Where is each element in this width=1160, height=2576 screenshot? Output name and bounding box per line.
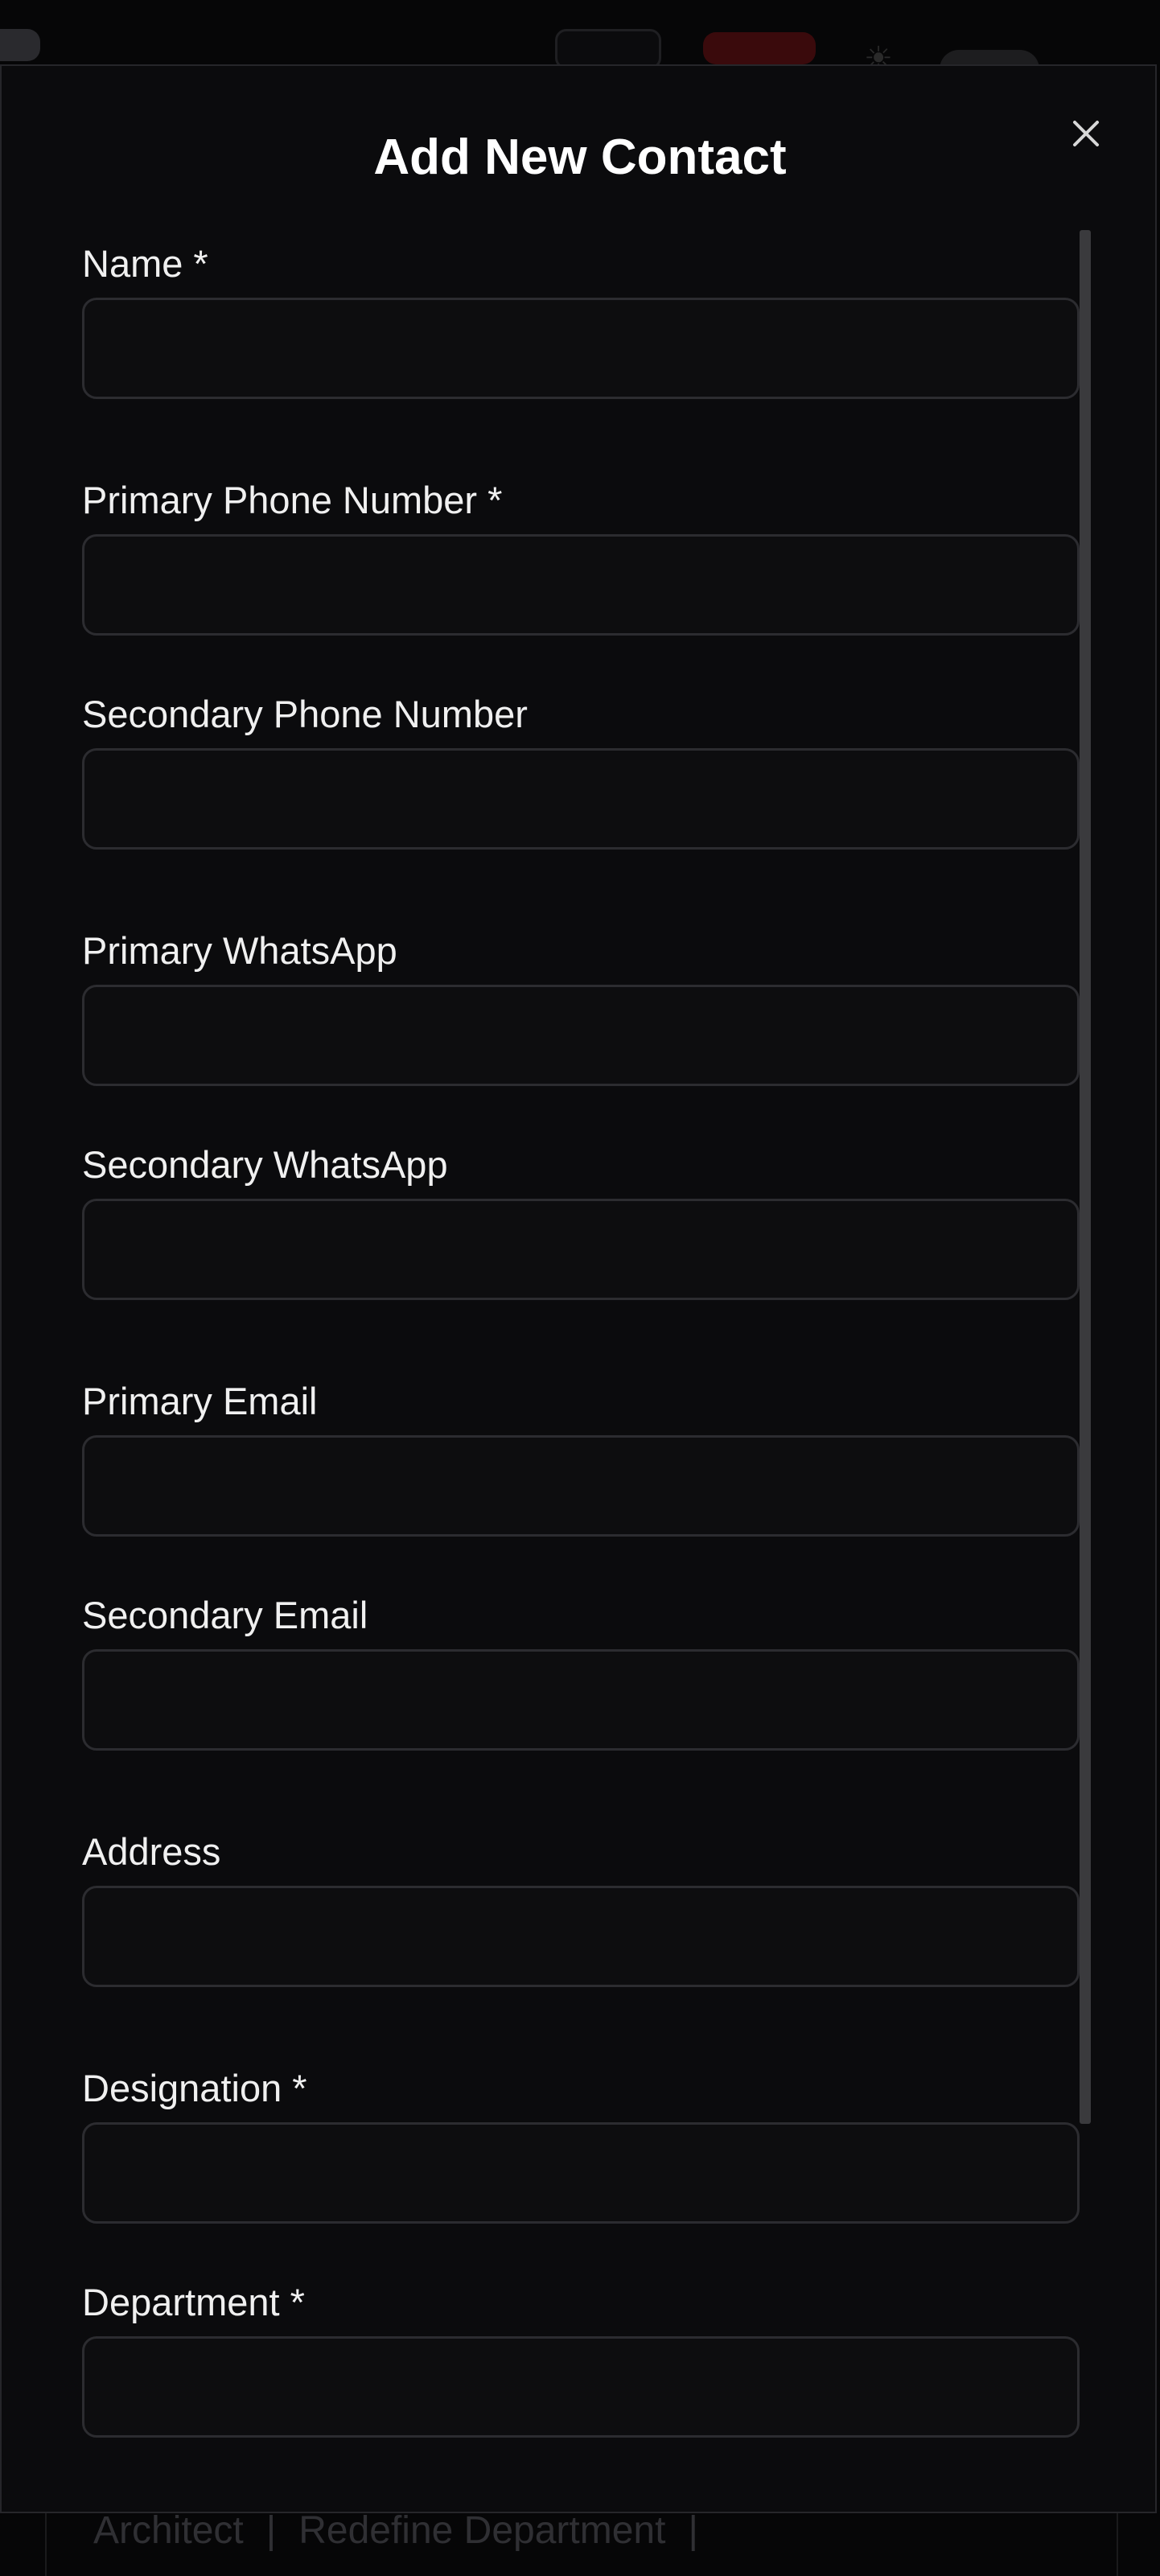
department-input[interactable]	[82, 2336, 1080, 2438]
background-badge	[703, 32, 816, 64]
secondary-whatsapp-input[interactable]	[82, 1199, 1080, 1300]
background-logo	[0, 29, 40, 61]
close-button[interactable]	[1062, 109, 1110, 158]
background-button	[555, 29, 661, 69]
secondary-email-field: Secondary Email	[82, 1593, 1080, 1751]
designation-input[interactable]	[82, 2122, 1080, 2224]
modal-title: Add New Contact	[373, 130, 787, 185]
secondary-whatsapp-field: Secondary WhatsApp	[82, 1142, 1080, 1300]
primary-whatsapp-field: Primary WhatsApp	[82, 928, 1080, 1086]
primary-email-input[interactable]	[82, 1435, 1080, 1537]
secondary-whatsapp-label: Secondary WhatsApp	[82, 1143, 448, 1186]
name-input[interactable]	[82, 298, 1080, 399]
primary-phone-input[interactable]	[82, 534, 1080, 636]
name-field: Name *	[82, 241, 1080, 399]
secondary-phone-input[interactable]	[82, 748, 1080, 850]
secondary-email-label: Secondary Email	[82, 1594, 368, 1636]
primary-phone-field: Primary Phone Number *	[82, 478, 1080, 636]
primary-whatsapp-label: Primary WhatsApp	[82, 929, 397, 972]
secondary-email-input[interactable]	[82, 1649, 1080, 1751]
primary-email-field: Primary Email	[82, 1379, 1080, 1537]
footer-link-redefine-department: Redefine Department	[298, 2509, 666, 2552]
primary-phone-label: Primary Phone Number *	[82, 479, 503, 521]
add-contact-modal: Add New Contact Name * Primary Phone Num…	[0, 64, 1157, 2513]
modal-scrollbar[interactable]	[1080, 230, 1091, 2124]
department-field: Department *	[82, 2280, 1080, 2438]
secondary-phone-label: Secondary Phone Number	[82, 693, 528, 735]
address-label: Address	[82, 1830, 221, 1873]
address-input[interactable]	[82, 1886, 1080, 1987]
address-field: Address	[82, 1829, 1080, 1987]
primary-whatsapp-input[interactable]	[82, 985, 1080, 1086]
primary-email-label: Primary Email	[82, 1380, 318, 1422]
footer-link-architect: Architect	[93, 2509, 244, 2552]
name-label: Name *	[82, 242, 208, 285]
designation-label: Designation *	[82, 2067, 307, 2109]
close-icon	[1073, 121, 1099, 146]
designation-field: Designation *	[82, 2066, 1080, 2224]
department-label: Department *	[82, 2281, 305, 2323]
background-footer-links: Architect | Redefine Department |	[93, 2509, 698, 2552]
secondary-phone-field: Secondary Phone Number	[82, 692, 1080, 850]
